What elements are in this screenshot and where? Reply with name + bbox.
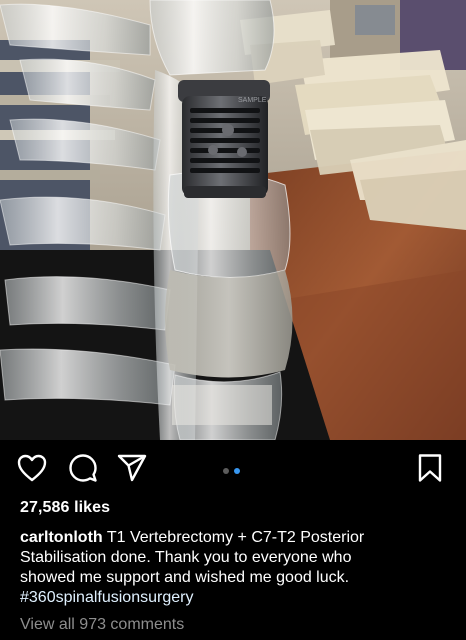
like-button[interactable] xyxy=(16,452,48,484)
view-all-comments-link[interactable]: View all 973 comments xyxy=(20,616,184,634)
carousel-dot-active[interactable] xyxy=(234,468,240,474)
caption-hashtag[interactable]: #360spinalfusionsurgery xyxy=(20,589,193,606)
bookmark-icon xyxy=(418,454,442,482)
post-photo[interactable]: SAMPLE xyxy=(0,0,466,440)
share-button[interactable] xyxy=(116,452,148,484)
caption-username[interactable]: carltonloth xyxy=(20,529,103,546)
action-bar xyxy=(0,446,466,490)
paper-plane-icon xyxy=(117,454,147,482)
carousel-dot[interactable] xyxy=(223,468,229,474)
caption-text-line3: showed me support and wished me good luc… xyxy=(20,569,350,586)
spine-model-photo: SAMPLE xyxy=(0,0,466,440)
cage-label: SAMPLE xyxy=(238,97,267,104)
comment-bubble-icon xyxy=(69,454,97,482)
carousel-indicator xyxy=(223,468,240,474)
post-caption: carltonloth T1 Vertebrectomy + C7-T2 Pos… xyxy=(20,528,450,608)
comment-button[interactable] xyxy=(67,452,99,484)
save-button[interactable] xyxy=(414,452,446,484)
caption-text-line2: Stabilisation done. Thank you to everyon… xyxy=(20,549,352,566)
likes-count[interactable]: 27,586 likes xyxy=(20,499,110,517)
cage-implant: SAMPLE xyxy=(178,80,270,198)
heart-icon xyxy=(17,454,47,482)
instagram-post: SAMPLE 27,586 likes carltonloth T1 Verte… xyxy=(0,0,466,640)
caption-text-line1: T1 Vertebrectomy + C7-T2 Posterior xyxy=(106,529,365,546)
